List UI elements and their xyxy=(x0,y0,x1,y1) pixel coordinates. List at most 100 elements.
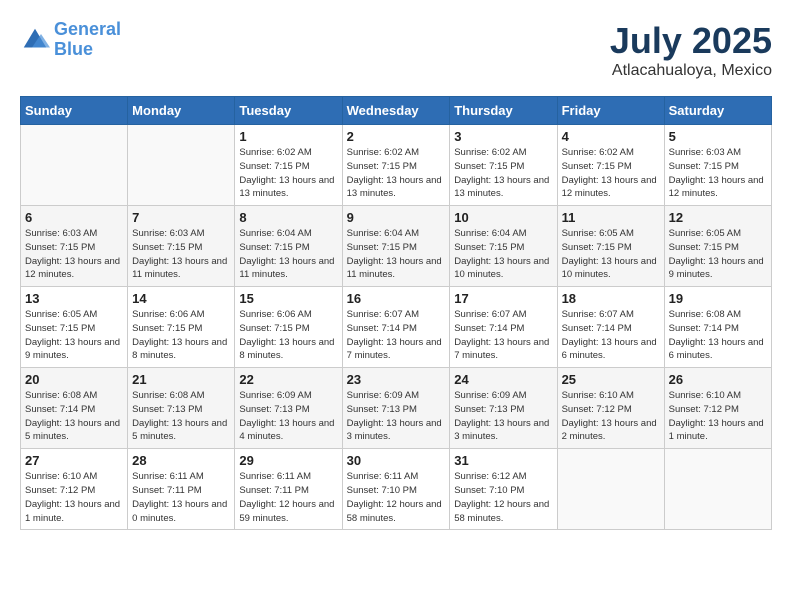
calendar-cell: 5Sunrise: 6:03 AM Sunset: 7:15 PM Daylig… xyxy=(664,125,771,206)
header-day: Monday xyxy=(128,97,235,125)
day-info: Sunrise: 6:11 AM Sunset: 7:11 PM Dayligh… xyxy=(132,470,230,525)
calendar-table: SundayMondayTuesdayWednesdayThursdayFrid… xyxy=(20,96,772,530)
calendar-week-row: 6 Sunrise: 6:03 AM Sunset: 7:15 PM Daylig… xyxy=(21,206,772,287)
day-number: 16 xyxy=(347,291,446,306)
day-number: 23 xyxy=(347,372,446,387)
day-number: 17 xyxy=(454,291,552,306)
day-number: 19 xyxy=(669,291,767,306)
calendar-title: July 2025 xyxy=(610,20,772,62)
calendar-cell: 16Sunrise: 6:07 AM Sunset: 7:14 PM Dayli… xyxy=(342,287,450,368)
calendar-cell: 7Sunrise: 6:03 AM Sunset: 7:15 PM Daylig… xyxy=(128,206,235,287)
day-number: 22 xyxy=(239,372,337,387)
calendar-cell: 29Sunrise: 6:11 AM Sunset: 7:11 PM Dayli… xyxy=(235,449,342,530)
calendar-cell: 8 Sunrise: 6:04 AM Sunset: 7:15 PM Daylig… xyxy=(235,206,342,287)
day-info: Sunrise: 6:03 AM Sunset: 7:15 PM Dayligh… xyxy=(132,227,230,282)
calendar-cell: 6 Sunrise: 6:03 AM Sunset: 7:15 PM Daylig… xyxy=(21,206,128,287)
day-number: 9 xyxy=(347,210,446,225)
logo-icon xyxy=(20,25,50,55)
calendar-cell: 22 Sunrise: 6:09 AM Sunset: 7:13 PM Dayli… xyxy=(235,368,342,449)
day-number: 26 xyxy=(669,372,767,387)
day-info: Sunrise: 6:03 AM Sunset: 7:15 PM Dayligh… xyxy=(25,227,123,282)
calendar-cell: 24 Sunrise: 6:09 AM Sunset: 7:13 PM Dayli… xyxy=(450,368,557,449)
day-number: 14 xyxy=(132,291,230,306)
day-info: Sunrise: 6:09 AM Sunset: 7:13 PM Dayligh… xyxy=(239,389,337,444)
day-info: Sunrise: 6:10 AM Sunset: 7:12 PM Dayligh… xyxy=(25,470,123,525)
calendar-cell: 18 Sunrise: 6:07 AM Sunset: 7:14 PM Dayli… xyxy=(557,287,664,368)
day-info: Sunrise: 6:03 AM Sunset: 7:15 PM Dayligh… xyxy=(669,146,767,201)
logo-text: General Blue xyxy=(54,20,121,60)
day-info: Sunrise: 6:06 AM Sunset: 7:15 PM Dayligh… xyxy=(239,308,337,363)
calendar-week-row: 13Sunrise: 6:05 AM Sunset: 7:15 PM Dayli… xyxy=(21,287,772,368)
day-number: 21 xyxy=(132,372,230,387)
day-info: Sunrise: 6:08 AM Sunset: 7:14 PM Dayligh… xyxy=(669,308,767,363)
day-number: 29 xyxy=(239,453,337,468)
calendar-subtitle: Atlacahualoya, Mexico xyxy=(610,62,772,80)
day-info: Sunrise: 6:05 AM Sunset: 7:15 PM Dayligh… xyxy=(669,227,767,282)
logo: General Blue xyxy=(20,20,121,60)
calendar-cell: 28 Sunrise: 6:11 AM Sunset: 7:11 PM Dayli… xyxy=(128,449,235,530)
day-info: Sunrise: 6:05 AM Sunset: 7:15 PM Dayligh… xyxy=(25,308,123,363)
calendar-cell xyxy=(664,449,771,530)
day-info: Sunrise: 6:08 AM Sunset: 7:13 PM Dayligh… xyxy=(132,389,230,444)
calendar-week-row: 27Sunrise: 6:10 AM Sunset: 7:12 PM Dayli… xyxy=(21,449,772,530)
day-number: 31 xyxy=(454,453,552,468)
calendar-cell: 30 Sunrise: 6:11 AM Sunset: 7:10 PM Dayli… xyxy=(342,449,450,530)
day-number: 4 xyxy=(562,129,660,144)
calendar-week-row: 20Sunrise: 6:08 AM Sunset: 7:14 PM Dayli… xyxy=(21,368,772,449)
calendar-cell: 1Sunrise: 6:02 AM Sunset: 7:15 PM Daylig… xyxy=(235,125,342,206)
day-info: Sunrise: 6:04 AM Sunset: 7:15 PM Dayligh… xyxy=(239,227,337,282)
day-number: 8 xyxy=(239,210,337,225)
calendar-cell: 25 Sunrise: 6:10 AM Sunset: 7:12 PM Dayli… xyxy=(557,368,664,449)
day-info: Sunrise: 6:09 AM Sunset: 7:13 PM Dayligh… xyxy=(454,389,552,444)
day-info: Sunrise: 6:11 AM Sunset: 7:10 PM Dayligh… xyxy=(347,470,446,525)
day-info: Sunrise: 6:04 AM Sunset: 7:15 PM Dayligh… xyxy=(454,227,552,282)
calendar-cell: 21 Sunrise: 6:08 AM Sunset: 7:13 PM Dayli… xyxy=(128,368,235,449)
header-day: Sunday xyxy=(21,97,128,125)
calendar-cell: 27Sunrise: 6:10 AM Sunset: 7:12 PM Dayli… xyxy=(21,449,128,530)
calendar-cell xyxy=(557,449,664,530)
day-number: 18 xyxy=(562,291,660,306)
calendar-cell: 3Sunrise: 6:02 AM Sunset: 7:15 PM Daylig… xyxy=(450,125,557,206)
day-number: 2 xyxy=(347,129,446,144)
calendar-cell: 2 Sunrise: 6:02 AM Sunset: 7:15 PM Daylig… xyxy=(342,125,450,206)
day-info: Sunrise: 6:09 AM Sunset: 7:13 PM Dayligh… xyxy=(347,389,446,444)
day-info: Sunrise: 6:10 AM Sunset: 7:12 PM Dayligh… xyxy=(669,389,767,444)
calendar-header: SundayMondayTuesdayWednesdayThursdayFrid… xyxy=(21,97,772,125)
day-info: Sunrise: 6:07 AM Sunset: 7:14 PM Dayligh… xyxy=(454,308,552,363)
day-number: 24 xyxy=(454,372,552,387)
header-day: Friday xyxy=(557,97,664,125)
title-block: July 2025 Atlacahualoya, Mexico xyxy=(610,20,772,80)
calendar-cell: 31 Sunrise: 6:12 AM Sunset: 7:10 PM Dayli… xyxy=(450,449,557,530)
calendar-cell: 26 Sunrise: 6:10 AM Sunset: 7:12 PM Dayli… xyxy=(664,368,771,449)
day-number: 11 xyxy=(562,210,660,225)
day-number: 1 xyxy=(239,129,337,144)
calendar-cell: 10 Sunrise: 6:04 AM Sunset: 7:15 PM Dayli… xyxy=(450,206,557,287)
day-info: Sunrise: 6:12 AM Sunset: 7:10 PM Dayligh… xyxy=(454,470,552,525)
calendar-cell: 4 Sunrise: 6:02 AM Sunset: 7:15 PM Daylig… xyxy=(557,125,664,206)
day-info: Sunrise: 6:02 AM Sunset: 7:15 PM Dayligh… xyxy=(347,146,446,201)
header-day: Saturday xyxy=(664,97,771,125)
day-number: 10 xyxy=(454,210,552,225)
calendar-week-row: 1 Sunrise: 6:02 AM Sunset: 7:15 PM Daylig… xyxy=(21,125,772,206)
day-info: Sunrise: 6:06 AM Sunset: 7:15 PM Dayligh… xyxy=(132,308,230,363)
day-info: Sunrise: 6:02 AM Sunset: 7:15 PM Dayligh… xyxy=(454,146,552,201)
day-info: Sunrise: 6:10 AM Sunset: 7:12 PM Dayligh… xyxy=(562,389,660,444)
day-number: 12 xyxy=(669,210,767,225)
day-number: 30 xyxy=(347,453,446,468)
day-number: 15 xyxy=(239,291,337,306)
day-number: 6 xyxy=(25,210,123,225)
day-info: Sunrise: 6:07 AM Sunset: 7:14 PM Dayligh… xyxy=(562,308,660,363)
header-day: Tuesday xyxy=(235,97,342,125)
day-number: 28 xyxy=(132,453,230,468)
calendar-cell: 23 Sunrise: 6:09 AM Sunset: 7:13 PM Dayli… xyxy=(342,368,450,449)
calendar-cell: 15 Sunrise: 6:06 AM Sunset: 7:15 PM Dayli… xyxy=(235,287,342,368)
calendar-cell: 17 Sunrise: 6:07 AM Sunset: 7:14 PM Dayli… xyxy=(450,287,557,368)
day-info: Sunrise: 6:04 AM Sunset: 7:15 PM Dayligh… xyxy=(347,227,446,282)
day-info: Sunrise: 6:02 AM Sunset: 7:15 PM Dayligh… xyxy=(562,146,660,201)
calendar-cell: 12 Sunrise: 6:05 AM Sunset: 7:15 PM Dayli… xyxy=(664,206,771,287)
day-number: 25 xyxy=(562,372,660,387)
calendar-cell: 20Sunrise: 6:08 AM Sunset: 7:14 PM Dayli… xyxy=(21,368,128,449)
calendar-cell: 13Sunrise: 6:05 AM Sunset: 7:15 PM Dayli… xyxy=(21,287,128,368)
calendar-cell: 9 Sunrise: 6:04 AM Sunset: 7:15 PM Daylig… xyxy=(342,206,450,287)
day-number: 20 xyxy=(25,372,123,387)
